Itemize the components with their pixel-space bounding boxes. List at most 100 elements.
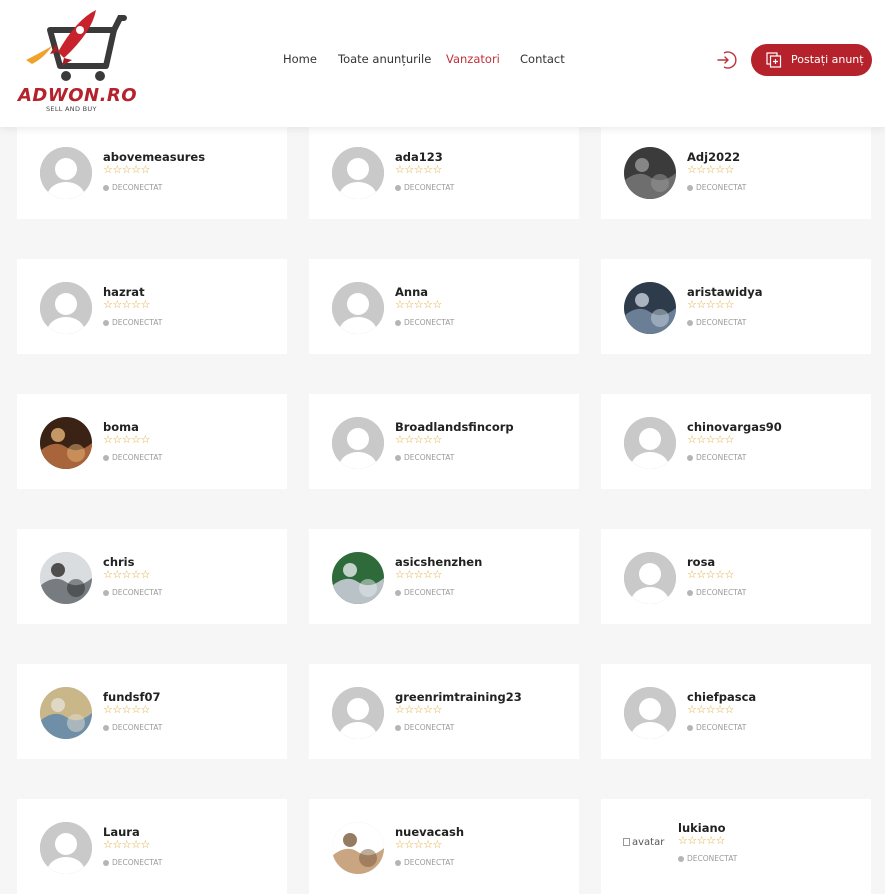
seller-username[interactable]: greenrimtraining23 xyxy=(395,690,522,704)
seller-card[interactable]: nuevacash ☆☆☆☆☆ DECONECTAT xyxy=(309,799,579,894)
offline-dot-icon xyxy=(103,184,109,191)
offline-dot-icon xyxy=(103,724,109,731)
status-text: DECONECTAT xyxy=(696,723,747,732)
seller-username[interactable]: aristawidya xyxy=(687,285,763,299)
offline-dot-icon xyxy=(103,454,109,461)
status-text: DECONECTAT xyxy=(112,318,163,327)
seller-username[interactable]: abovemeasures xyxy=(103,150,205,164)
avatar[interactable] xyxy=(40,687,92,739)
avatar[interactable] xyxy=(624,147,676,199)
status-badge: DECONECTAT xyxy=(395,858,454,867)
seller-card[interactable]: chiefpasca ☆☆☆☆☆ DECONECTAT xyxy=(601,664,871,759)
offline-dot-icon xyxy=(395,724,401,731)
seller-card[interactable]: avatar lukiano ☆☆☆☆☆ DECONECTAT xyxy=(601,799,871,894)
avatar[interactable] xyxy=(332,822,384,874)
seller-card[interactable]: greenrimtraining23 ☆☆☆☆☆ DECONECTAT xyxy=(309,664,579,759)
seller-card[interactable]: Laura ☆☆☆☆☆ DECONECTAT xyxy=(17,799,287,894)
default-avatar-icon[interactable] xyxy=(624,552,676,604)
offline-dot-icon xyxy=(395,454,401,461)
status-text: DECONECTAT xyxy=(112,183,163,192)
status-text: DECONECTAT xyxy=(696,588,747,597)
rating-stars: ☆☆☆☆☆ xyxy=(395,703,442,716)
post-ad-label: Postați anunț xyxy=(791,53,864,66)
seller-card[interactable]: ada123 ☆☆☆☆☆ DECONECTAT xyxy=(309,124,579,219)
seller-card[interactable]: chinovargas90 ☆☆☆☆☆ DECONECTAT xyxy=(601,394,871,489)
seller-card[interactable]: asicshenzhen ☆☆☆☆☆ DECONECTAT xyxy=(309,529,579,624)
status-badge: DECONECTAT xyxy=(395,318,454,327)
seller-username[interactable]: Anna xyxy=(395,285,428,299)
offline-dot-icon xyxy=(395,859,401,866)
seller-username[interactable]: Broadlandsfincorp xyxy=(395,420,514,434)
seller-card[interactable]: Anna ☆☆☆☆☆ DECONECTAT xyxy=(309,259,579,354)
default-avatar-icon[interactable] xyxy=(332,147,384,199)
seller-card[interactable]: hazrat ☆☆☆☆☆ DECONECTAT xyxy=(17,259,287,354)
post-ad-button[interactable]: Postați anunț xyxy=(751,44,872,76)
seller-username[interactable]: ada123 xyxy=(395,150,443,164)
rating-stars: ☆☆☆☆☆ xyxy=(395,163,442,176)
seller-username[interactable]: asicshenzhen xyxy=(395,555,482,569)
avatar[interactable] xyxy=(332,552,384,604)
seller-card[interactable]: Broadlandsfincorp ☆☆☆☆☆ DECONECTAT xyxy=(309,394,579,489)
seller-username[interactable]: chiefpasca xyxy=(687,690,756,704)
offline-dot-icon xyxy=(687,724,693,731)
seller-card[interactable]: rosa ☆☆☆☆☆ DECONECTAT xyxy=(601,529,871,624)
seller-card[interactable]: chris ☆☆☆☆☆ DECONECTAT xyxy=(17,529,287,624)
rocket-cart-icon xyxy=(26,10,127,81)
avatar[interactable] xyxy=(40,552,92,604)
rating-stars: ☆☆☆☆☆ xyxy=(395,838,442,851)
seller-username[interactable]: nuevacash xyxy=(395,825,464,839)
seller-card[interactable]: boma ☆☆☆☆☆ DECONECTAT xyxy=(17,394,287,489)
offline-dot-icon xyxy=(687,454,693,461)
avatar[interactable] xyxy=(40,417,92,469)
nav-contact[interactable]: Contact xyxy=(520,52,565,66)
status-badge: DECONECTAT xyxy=(103,318,162,327)
seller-username[interactable]: fundsf07 xyxy=(103,690,160,704)
nav-home[interactable]: Home xyxy=(283,52,317,66)
nav-sellers[interactable]: Vanzatori xyxy=(446,52,500,66)
site-logo[interactable]: ADWON.RO SELL AND BUY xyxy=(18,8,138,114)
rating-stars: ☆☆☆☆☆ xyxy=(395,568,442,581)
avatar[interactable] xyxy=(624,282,676,334)
status-text: DECONECTAT xyxy=(696,318,747,327)
status-badge: DECONECTAT xyxy=(395,183,454,192)
status-badge: DECONECTAT xyxy=(687,318,746,327)
seller-card[interactable]: Adj2022 ☆☆☆☆☆ DECONECTAT xyxy=(601,124,871,219)
rating-stars: ☆☆☆☆☆ xyxy=(395,433,442,446)
offline-dot-icon xyxy=(103,589,109,596)
default-avatar-icon[interactable] xyxy=(332,417,384,469)
seller-username[interactable]: lukiano xyxy=(678,821,726,835)
rating-stars: ☆☆☆☆☆ xyxy=(687,163,734,176)
status-text: DECONECTAT xyxy=(404,858,455,867)
seller-card[interactable]: abovemeasures ☆☆☆☆☆ DECONECTAT xyxy=(17,124,287,219)
seller-username[interactable]: chris xyxy=(103,555,134,569)
nav-all-ads[interactable]: Toate anunțurile xyxy=(338,52,431,66)
status-text: DECONECTAT xyxy=(404,318,455,327)
default-avatar-icon[interactable] xyxy=(40,822,92,874)
login-icon[interactable] xyxy=(715,49,737,71)
broken-image-icon xyxy=(623,838,630,846)
seller-card[interactable]: fundsf07 ☆☆☆☆☆ DECONECTAT xyxy=(17,664,287,759)
seller-username[interactable]: Adj2022 xyxy=(687,150,740,164)
rating-stars: ☆☆☆☆☆ xyxy=(103,838,150,851)
default-avatar-icon[interactable] xyxy=(332,687,384,739)
logo-subtext: SELL AND BUY xyxy=(46,105,97,113)
seller-username[interactable]: hazrat xyxy=(103,285,145,299)
seller-username[interactable]: boma xyxy=(103,420,139,434)
default-avatar-icon[interactable] xyxy=(40,147,92,199)
rating-stars: ☆☆☆☆☆ xyxy=(395,298,442,311)
status-text: DECONECTAT xyxy=(112,723,163,732)
seller-username[interactable]: rosa xyxy=(687,555,715,569)
logo-text: ADWON.RO xyxy=(18,85,138,106)
seller-username[interactable]: Laura xyxy=(103,825,140,839)
seller-card[interactable]: aristawidya ☆☆☆☆☆ DECONECTAT xyxy=(601,259,871,354)
rating-stars: ☆☆☆☆☆ xyxy=(678,834,725,847)
default-avatar-icon[interactable] xyxy=(332,282,384,334)
status-text: DECONECTAT xyxy=(696,183,747,192)
status-text: DECONECTAT xyxy=(404,588,455,597)
default-avatar-icon[interactable] xyxy=(40,282,92,334)
offline-dot-icon xyxy=(687,319,693,326)
default-avatar-icon[interactable] xyxy=(624,687,676,739)
default-avatar-icon[interactable] xyxy=(624,417,676,469)
seller-username[interactable]: chinovargas90 xyxy=(687,420,782,434)
broken-avatar-image[interactable]: avatar xyxy=(623,837,664,848)
